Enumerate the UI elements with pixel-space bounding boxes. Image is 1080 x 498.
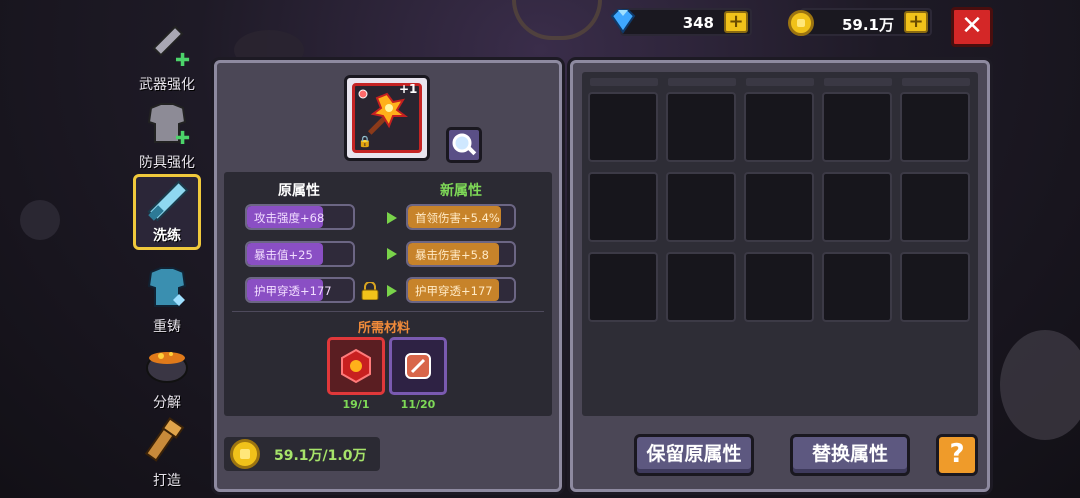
armor-upgrade-icon: ✚ bbox=[139, 98, 195, 150]
inspect-button[interactable] bbox=[446, 127, 482, 163]
sidebar-item-forge[interactable]: 打造 bbox=[128, 416, 206, 498]
inventory-slot[interactable] bbox=[822, 92, 892, 162]
forge-hammer-icon bbox=[139, 416, 195, 468]
gem-count: 348 bbox=[682, 14, 714, 32]
keep-original-button[interactable]: 保留原属性 bbox=[634, 434, 754, 476]
attr-lock-icon[interactable] bbox=[360, 281, 380, 301]
svg-text:✚: ✚ bbox=[175, 128, 190, 149]
refine-cost-text: 59.1万/1.0万 bbox=[274, 448, 367, 464]
magnifier-icon bbox=[452, 133, 477, 156]
sidebar-label: 打造 bbox=[153, 473, 181, 489]
red-gem-material-icon bbox=[341, 348, 371, 384]
material-1-count: 19/1 bbox=[342, 398, 370, 411]
inventory-slot[interactable] bbox=[588, 172, 658, 242]
sidebar-item-armor-upgrade[interactable]: ✚ 防具强化 bbox=[128, 98, 206, 180]
gold-count: 59.1万 bbox=[841, 16, 894, 34]
new-attr-3-text: 护甲穿透+177 bbox=[415, 284, 493, 298]
replace-attributes-button[interactable]: 替换属性 bbox=[790, 434, 910, 476]
gold-coin-icon bbox=[788, 10, 814, 36]
add-gems-button[interactable]: + bbox=[724, 11, 748, 33]
reforge-armor-icon bbox=[139, 262, 195, 314]
new-attr-1: 首领伤害+5.4% bbox=[406, 204, 516, 230]
inventory-tab bbox=[668, 78, 736, 86]
sidebar-item-weapon-upgrade[interactable]: ✚ 武器强化 bbox=[128, 20, 206, 102]
sidebar-item-reforge[interactable]: 重铸 bbox=[128, 262, 206, 344]
gold-coin-icon bbox=[230, 439, 260, 469]
gem-icon bbox=[610, 9, 636, 34]
material-2-count: 11/20 bbox=[400, 398, 436, 411]
sidebar-label: 分解 bbox=[153, 395, 181, 411]
new-attr-1-text: 首领伤害+5.4% bbox=[415, 211, 500, 225]
lock-icon: 🔒 bbox=[358, 135, 372, 148]
add-gold-button[interactable]: + bbox=[904, 11, 928, 33]
old-attr-2-text: 暴击值+25 bbox=[254, 248, 313, 262]
inventory-slot[interactable] bbox=[900, 172, 970, 242]
equipped-item-slot[interactable]: 🔒 +1 bbox=[344, 75, 430, 161]
new-attr-2-text: 暴击伤害+5.8 bbox=[415, 248, 489, 262]
sidebar-item-dismantle[interactable]: 分解 bbox=[128, 338, 206, 420]
help-button[interactable]: ? bbox=[936, 434, 978, 476]
old-attr-title: 原属性 bbox=[278, 183, 320, 199]
item-level: +1 bbox=[399, 82, 418, 96]
arrow-right-icon bbox=[387, 212, 397, 224]
cauldron-icon bbox=[139, 338, 195, 390]
inventory-tab bbox=[590, 78, 658, 86]
sidebar-label: 防具强化 bbox=[139, 155, 195, 171]
sword-upgrade-icon: ✚ bbox=[139, 20, 195, 72]
new-attr-2: 暴击伤害+5.8 bbox=[406, 241, 516, 267]
old-attr-3-text: 护甲穿透+177 bbox=[254, 284, 332, 298]
material-slot-2[interactable] bbox=[389, 337, 447, 395]
inventory-slot[interactable] bbox=[822, 172, 892, 242]
inventory-tab bbox=[824, 78, 892, 86]
gold-counter: 59.1万 + bbox=[788, 8, 932, 36]
inventory-slot[interactable] bbox=[588, 92, 658, 162]
inventory-slot[interactable] bbox=[666, 252, 736, 322]
reroll-stone-material-icon bbox=[405, 353, 431, 379]
inventory-slot[interactable] bbox=[744, 252, 814, 322]
inventory-slot[interactable] bbox=[900, 252, 970, 322]
divider bbox=[232, 311, 544, 312]
sidebar-item-refine[interactable]: 洗练 bbox=[133, 174, 201, 250]
arrow-right-icon bbox=[387, 285, 397, 297]
inventory-slot[interactable] bbox=[900, 92, 970, 162]
sidebar-label: 洗练 bbox=[153, 228, 181, 244]
inventory-slot[interactable] bbox=[666, 92, 736, 162]
refine-sword-icon bbox=[139, 177, 195, 223]
old-attr-1: 攻击强度+68 bbox=[245, 204, 355, 230]
sidebar-label: 武器强化 bbox=[139, 77, 195, 93]
inventory-tab bbox=[746, 78, 814, 86]
inventory-slot[interactable] bbox=[666, 172, 736, 242]
material-slot-1[interactable] bbox=[327, 337, 385, 395]
inventory-slot[interactable] bbox=[744, 172, 814, 242]
old-attr-2: 暴击值+25 bbox=[245, 241, 355, 267]
inventory-slot[interactable] bbox=[588, 252, 658, 322]
new-attr-title: 新属性 bbox=[440, 183, 482, 199]
materials-title: 所需材料 bbox=[358, 321, 411, 336]
background-ship-wheel bbox=[512, 0, 602, 40]
gem-counter: 348 + bbox=[610, 8, 752, 36]
refine-cost: 59.1万/1.0万 bbox=[224, 437, 380, 471]
close-button[interactable]: ✕ bbox=[951, 7, 993, 47]
inventory-tab bbox=[902, 78, 970, 86]
background-rock bbox=[20, 200, 60, 240]
inventory-slot[interactable] bbox=[822, 252, 892, 322]
arrow-right-icon bbox=[387, 248, 397, 260]
old-attr-3: 护甲穿透+177 bbox=[245, 277, 355, 303]
sidebar-label: 重铸 bbox=[153, 319, 181, 335]
inventory-slot[interactable] bbox=[744, 92, 814, 162]
svg-text:✚: ✚ bbox=[175, 50, 190, 71]
new-attr-3: 护甲穿透+177 bbox=[406, 277, 516, 303]
background-boulder bbox=[1000, 330, 1080, 440]
old-attr-1-text: 攻击强度+68 bbox=[254, 211, 325, 225]
